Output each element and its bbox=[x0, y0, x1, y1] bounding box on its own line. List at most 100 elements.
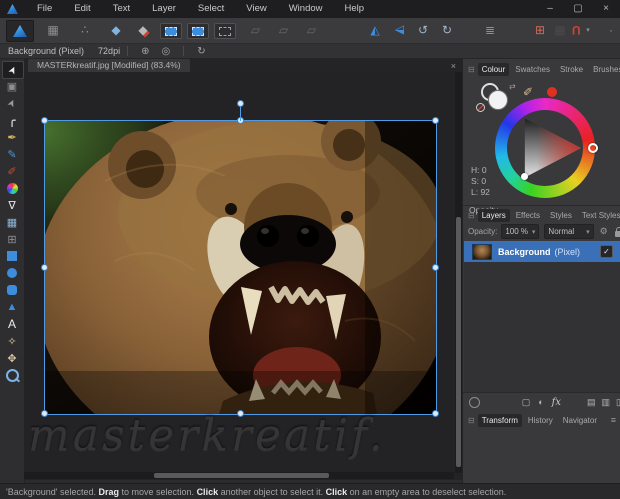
transparency-tool[interactable]: ∇ bbox=[2, 197, 22, 213]
menu-layer[interactable]: Layer bbox=[141, 0, 187, 18]
layer-opacity-dropdown[interactable]: 100 % ▾ bbox=[501, 224, 540, 239]
fill-swatch[interactable] bbox=[488, 90, 508, 110]
tab-layers[interactable]: Layers bbox=[477, 208, 510, 222]
rotation-handle[interactable] bbox=[237, 100, 244, 107]
pencil-tool[interactable]: ✎ bbox=[2, 146, 22, 162]
tab-navigator[interactable]: Navigator bbox=[559, 414, 601, 427]
move-to-back-button[interactable]: ▱ bbox=[248, 22, 263, 37]
vertical-scrollbar-thumb[interactable] bbox=[456, 217, 461, 467]
insert-inside-button[interactable] bbox=[160, 23, 182, 39]
tab-effects[interactable]: Effects bbox=[512, 209, 544, 222]
triangle-shape-tool[interactable]: ▲ bbox=[2, 299, 22, 315]
selection-handle-middle-left[interactable] bbox=[41, 264, 48, 271]
export-persona-button[interactable]: ∴ bbox=[72, 20, 98, 40]
menu-select[interactable]: Select bbox=[187, 0, 235, 18]
flip-horizontal-button[interactable]: ◭ bbox=[364, 20, 386, 40]
menu-edit[interactable]: Edit bbox=[63, 0, 101, 18]
ellipse-tool[interactable] bbox=[2, 265, 22, 281]
vertical-scrollbar[interactable] bbox=[455, 72, 462, 473]
document-image[interactable] bbox=[24, 83, 451, 467]
layers-list-empty-area[interactable] bbox=[464, 262, 620, 392]
designer-persona-button[interactable] bbox=[6, 20, 34, 42]
vector-brush-tool[interactable]: ✐ bbox=[2, 163, 22, 179]
maximize-button[interactable]: ▢ bbox=[564, 0, 592, 18]
panel-menu-icon[interactable]: ≡ bbox=[611, 415, 616, 425]
selection-handle-top-right[interactable] bbox=[432, 117, 439, 124]
crop-tool[interactable]: ⊞ bbox=[2, 231, 22, 247]
transform-origin-button[interactable]: ⊕ bbox=[135, 46, 155, 57]
lock-icon[interactable] bbox=[614, 226, 620, 237]
colour-overlay-icon[interactable] bbox=[469, 396, 480, 408]
cycle-selection-button[interactable]: ↻ bbox=[191, 46, 211, 57]
tab-colour[interactable]: Colour bbox=[477, 62, 510, 76]
insert-behind-button[interactable] bbox=[187, 23, 209, 39]
pen-tool[interactable]: ✒ bbox=[2, 129, 22, 145]
menu-file[interactable]: File bbox=[26, 0, 63, 18]
canvas-viewport[interactable]: masterkreatif. bbox=[24, 72, 462, 480]
rectangle-tool[interactable] bbox=[2, 248, 22, 264]
hand-tool[interactable]: ✥ bbox=[2, 350, 22, 366]
menu-view[interactable]: View bbox=[235, 0, 277, 18]
blend-mode-dropdown[interactable]: Normal ▾ bbox=[544, 224, 594, 239]
tab-swatches[interactable]: Swatches bbox=[511, 63, 554, 76]
horizontal-scrollbar[interactable] bbox=[24, 472, 454, 479]
selection-handle-top-left[interactable] bbox=[41, 117, 48, 124]
selection-handle-middle-right[interactable] bbox=[432, 264, 439, 271]
flip-vertical-button[interactable]: ◭ bbox=[388, 20, 410, 40]
node-tool[interactable]: ➤ bbox=[2, 95, 22, 111]
add-layer-icon[interactable]: ▥ bbox=[602, 397, 611, 408]
layer-effects-icon[interactable]: fx bbox=[552, 397, 561, 408]
corner-tool[interactable]: ╭ bbox=[2, 112, 22, 128]
rotate-ccw-button[interactable]: ↺ bbox=[412, 20, 434, 40]
rounded-rectangle-tool[interactable] bbox=[2, 282, 22, 298]
rotate-cw-button[interactable]: ↻ bbox=[436, 20, 458, 40]
alignment-button[interactable]: ≣ bbox=[477, 20, 503, 40]
tab-styles[interactable]: Styles bbox=[546, 209, 576, 222]
add-pixel-layer-icon[interactable]: ▤ bbox=[587, 397, 596, 408]
layer-row-background[interactable]: Background (Pixel) ✓ bbox=[464, 241, 620, 262]
mask-layer-icon[interactable]: ▢ bbox=[522, 397, 531, 408]
delete-layer-icon[interactable]: ▯ bbox=[616, 397, 620, 408]
colour-picker-tool[interactable]: ✧ bbox=[2, 333, 22, 349]
toggle-assistant-button[interactable]: ◆ bbox=[103, 20, 129, 40]
close-view-icon[interactable]: × bbox=[451, 61, 456, 71]
assistant-options-button[interactable]: ◆ bbox=[130, 20, 156, 40]
snapping-options-button[interactable]: ▾ bbox=[583, 20, 593, 40]
zoom-tool[interactable] bbox=[2, 367, 22, 383]
picked-colour-dot[interactable] bbox=[547, 87, 557, 97]
colour-panel-body: ⇄ ✐ H: 0 S: 0 L: 92 bbox=[463, 77, 620, 205]
menu-text[interactable]: Text bbox=[102, 0, 141, 18]
tab-transform[interactable]: Transform bbox=[477, 413, 522, 427]
fill-tool[interactable] bbox=[2, 180, 22, 196]
close-button[interactable]: × bbox=[592, 0, 620, 18]
text-tool[interactable]: A bbox=[2, 316, 22, 332]
pixel-persona-button[interactable]: ▦ bbox=[40, 20, 66, 40]
adjustment-layer-icon[interactable]: ◐ bbox=[538, 397, 543, 407]
no-fill-swatch[interactable] bbox=[476, 103, 485, 112]
eyedropper-icon[interactable]: ✐ bbox=[523, 85, 533, 99]
crop-tool-icon: ⊞ bbox=[7, 233, 17, 246]
menu-help[interactable]: Help bbox=[334, 0, 376, 18]
hide-selection-button[interactable]: ◎ bbox=[155, 46, 176, 57]
tab-text-styles[interactable]: Text Styles bbox=[578, 209, 620, 222]
toolbar-overflow-button[interactable]: · bbox=[606, 20, 616, 40]
tab-brushes[interactable]: Brushes bbox=[589, 63, 620, 76]
document-tab[interactable]: MASTERkreatif.jpg [Modified] (83.4%) bbox=[28, 59, 190, 72]
tab-stroke[interactable]: Stroke bbox=[556, 63, 587, 76]
swap-colours-icon[interactable]: ⇄ bbox=[509, 82, 516, 91]
menu-window[interactable]: Window bbox=[278, 0, 334, 18]
place-image-tool[interactable]: ▦ bbox=[2, 214, 22, 230]
blend-options-gear-icon[interactable]: ⚙ bbox=[600, 226, 608, 237]
tab-history[interactable]: History bbox=[524, 414, 557, 427]
move-forward-button[interactable]: ▱ bbox=[304, 22, 319, 37]
triangle-selector[interactable] bbox=[521, 173, 528, 180]
move-tool[interactable]: ➤ bbox=[2, 61, 24, 79]
cycle-selection-icon: ↻ bbox=[197, 45, 206, 57]
insert-on-top-button[interactable] bbox=[214, 23, 236, 39]
hue-selector[interactable] bbox=[588, 143, 598, 153]
horizontal-scrollbar-thumb[interactable] bbox=[154, 473, 329, 478]
move-backward-button[interactable]: ▱ bbox=[276, 22, 291, 37]
artboard-tool[interactable]: ▣ bbox=[2, 78, 22, 94]
layer-visibility-checkbox[interactable]: ✓ bbox=[600, 245, 613, 258]
minimize-button[interactable]: – bbox=[536, 0, 564, 18]
